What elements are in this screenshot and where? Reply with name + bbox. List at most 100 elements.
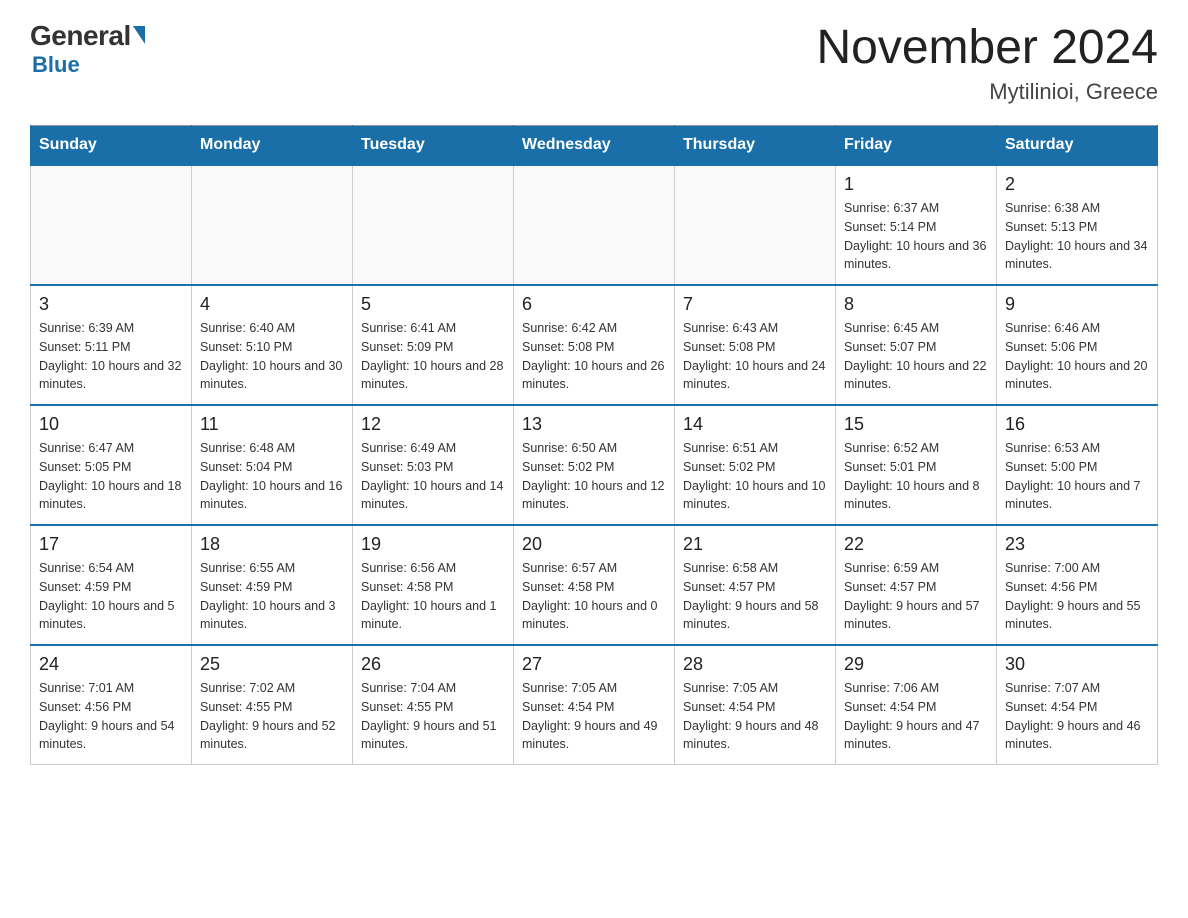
calendar-cell-week5-day1: 24 Sunrise: 7:01 AMSunset: 4:56 PMDayligh…	[31, 645, 192, 765]
weekday-header-thursday: Thursday	[675, 126, 836, 166]
day-info: Sunrise: 6:56 AMSunset: 4:58 PMDaylight:…	[361, 559, 505, 634]
calendar-cell-week3-day7: 16 Sunrise: 6:53 AMSunset: 5:00 PMDayligh…	[997, 405, 1158, 525]
day-number: 27	[522, 654, 666, 675]
header-area: General Blue November 2024 Mytilinioi, G…	[30, 20, 1158, 105]
calendar-cell-week1-day6: 1 Sunrise: 6:37 AMSunset: 5:14 PMDaylight…	[836, 165, 997, 285]
day-info: Sunrise: 7:01 AMSunset: 4:56 PMDaylight:…	[39, 679, 183, 754]
calendar-cell-week4-day1: 17 Sunrise: 6:54 AMSunset: 4:59 PMDayligh…	[31, 525, 192, 645]
day-info: Sunrise: 6:48 AMSunset: 5:04 PMDaylight:…	[200, 439, 344, 514]
calendar-cell-week1-day5	[675, 165, 836, 285]
calendar-table: SundayMondayTuesdayWednesdayThursdayFrid…	[30, 125, 1158, 765]
day-info: Sunrise: 6:41 AMSunset: 5:09 PMDaylight:…	[361, 319, 505, 394]
day-info: Sunrise: 6:47 AMSunset: 5:05 PMDaylight:…	[39, 439, 183, 514]
day-info: Sunrise: 6:57 AMSunset: 4:58 PMDaylight:…	[522, 559, 666, 634]
day-number: 28	[683, 654, 827, 675]
day-number: 26	[361, 654, 505, 675]
calendar-cell-week5-day2: 25 Sunrise: 7:02 AMSunset: 4:55 PMDayligh…	[192, 645, 353, 765]
day-info: Sunrise: 6:58 AMSunset: 4:57 PMDaylight:…	[683, 559, 827, 634]
day-number: 24	[39, 654, 183, 675]
day-number: 29	[844, 654, 988, 675]
logo-general: General	[30, 20, 131, 51]
calendar-week-row-3: 10 Sunrise: 6:47 AMSunset: 5:05 PMDayligh…	[31, 405, 1158, 525]
day-number: 14	[683, 414, 827, 435]
day-number: 13	[522, 414, 666, 435]
calendar-cell-week5-day5: 28 Sunrise: 7:05 AMSunset: 4:54 PMDayligh…	[675, 645, 836, 765]
calendar-cell-week4-day3: 19Sunrise: 6:56 AMSunset: 4:58 PMDayligh…	[353, 525, 514, 645]
logo-triangle-icon	[133, 26, 145, 44]
weekday-header-tuesday: Tuesday	[353, 126, 514, 166]
day-info: Sunrise: 6:59 AMSunset: 4:57 PMDaylight:…	[844, 559, 988, 634]
day-number: 21	[683, 534, 827, 555]
day-number: 3	[39, 294, 183, 315]
day-info: Sunrise: 7:00 AMSunset: 4:56 PMDaylight:…	[1005, 559, 1149, 634]
calendar-week-row-5: 24 Sunrise: 7:01 AMSunset: 4:56 PMDayligh…	[31, 645, 1158, 765]
calendar-cell-week4-day6: 22Sunrise: 6:59 AMSunset: 4:57 PMDayligh…	[836, 525, 997, 645]
weekday-header-friday: Friday	[836, 126, 997, 166]
calendar-cell-week1-day3	[353, 165, 514, 285]
subtitle: Mytilinioi, Greece	[816, 79, 1158, 105]
day-number: 2	[1005, 174, 1149, 195]
day-number: 23	[1005, 534, 1149, 555]
day-info: Sunrise: 6:49 AMSunset: 5:03 PMDaylight:…	[361, 439, 505, 514]
day-info: Sunrise: 6:40 AMSunset: 5:10 PMDaylight:…	[200, 319, 344, 394]
calendar-cell-week3-day1: 10 Sunrise: 6:47 AMSunset: 5:05 PMDayligh…	[31, 405, 192, 525]
day-number: 7	[683, 294, 827, 315]
day-info: Sunrise: 7:05 AMSunset: 4:54 PMDaylight:…	[522, 679, 666, 754]
day-info: Sunrise: 6:43 AMSunset: 5:08 PMDaylight:…	[683, 319, 827, 394]
day-number: 1	[844, 174, 988, 195]
calendar-header-row: SundayMondayTuesdayWednesdayThursdayFrid…	[31, 126, 1158, 166]
day-number: 17	[39, 534, 183, 555]
day-info: Sunrise: 6:45 AMSunset: 5:07 PMDaylight:…	[844, 319, 988, 394]
day-info: Sunrise: 6:51 AMSunset: 5:02 PMDaylight:…	[683, 439, 827, 514]
title-area: November 2024 Mytilinioi, Greece	[816, 20, 1158, 105]
calendar-cell-week3-day6: 15 Sunrise: 6:52 AMSunset: 5:01 PMDayligh…	[836, 405, 997, 525]
calendar-cell-week4-day2: 18Sunrise: 6:55 AMSunset: 4:59 PMDayligh…	[192, 525, 353, 645]
calendar-cell-week5-day3: 26Sunrise: 7:04 AMSunset: 4:55 PMDayligh…	[353, 645, 514, 765]
weekday-header-saturday: Saturday	[997, 126, 1158, 166]
calendar-cell-week2-day3: 5 Sunrise: 6:41 AMSunset: 5:09 PMDaylight…	[353, 285, 514, 405]
calendar-cell-week2-day1: 3Sunrise: 6:39 AMSunset: 5:11 PMDaylight…	[31, 285, 192, 405]
day-number: 6	[522, 294, 666, 315]
calendar-cell-week3-day3: 12 Sunrise: 6:49 AMSunset: 5:03 PMDayligh…	[353, 405, 514, 525]
calendar-week-row-4: 17 Sunrise: 6:54 AMSunset: 4:59 PMDayligh…	[31, 525, 1158, 645]
weekday-header-sunday: Sunday	[31, 126, 192, 166]
day-number: 5	[361, 294, 505, 315]
calendar-cell-week2-day4: 6 Sunrise: 6:42 AMSunset: 5:08 PMDaylight…	[514, 285, 675, 405]
calendar-cell-week2-day2: 4Sunrise: 6:40 AMSunset: 5:10 PMDaylight…	[192, 285, 353, 405]
calendar-cell-week5-day7: 30 Sunrise: 7:07 AMSunset: 4:54 PMDayligh…	[997, 645, 1158, 765]
calendar-cell-week4-day7: 23 Sunrise: 7:00 AMSunset: 4:56 PMDayligh…	[997, 525, 1158, 645]
day-info: Sunrise: 6:54 AMSunset: 4:59 PMDaylight:…	[39, 559, 183, 634]
day-number: 9	[1005, 294, 1149, 315]
day-info: Sunrise: 6:42 AMSunset: 5:08 PMDaylight:…	[522, 319, 666, 394]
day-number: 10	[39, 414, 183, 435]
day-number: 16	[1005, 414, 1149, 435]
day-info: Sunrise: 7:06 AMSunset: 4:54 PMDaylight:…	[844, 679, 988, 754]
calendar-cell-week1-day1	[31, 165, 192, 285]
day-number: 20	[522, 534, 666, 555]
day-info: Sunrise: 7:05 AMSunset: 4:54 PMDaylight:…	[683, 679, 827, 754]
day-info: Sunrise: 6:46 AMSunset: 5:06 PMDaylight:…	[1005, 319, 1149, 394]
calendar-week-row-2: 3Sunrise: 6:39 AMSunset: 5:11 PMDaylight…	[31, 285, 1158, 405]
calendar-cell-week1-day2	[192, 165, 353, 285]
day-number: 15	[844, 414, 988, 435]
day-number: 18	[200, 534, 344, 555]
calendar-cell-week3-day2: 11 Sunrise: 6:48 AMSunset: 5:04 PMDayligh…	[192, 405, 353, 525]
weekday-header-monday: Monday	[192, 126, 353, 166]
day-info: Sunrise: 6:37 AMSunset: 5:14 PMDaylight:…	[844, 199, 988, 274]
calendar-cell-week4-day4: 20 Sunrise: 6:57 AMSunset: 4:58 PMDayligh…	[514, 525, 675, 645]
logo: General Blue	[30, 20, 145, 78]
calendar-cell-week2-day6: 8 Sunrise: 6:45 AMSunset: 5:07 PMDaylight…	[836, 285, 997, 405]
day-number: 12	[361, 414, 505, 435]
main-title: November 2024	[816, 20, 1158, 75]
day-info: Sunrise: 6:52 AMSunset: 5:01 PMDaylight:…	[844, 439, 988, 514]
calendar-cell-week2-day7: 9 Sunrise: 6:46 AMSunset: 5:06 PMDaylight…	[997, 285, 1158, 405]
day-info: Sunrise: 6:53 AMSunset: 5:00 PMDaylight:…	[1005, 439, 1149, 514]
day-number: 11	[200, 414, 344, 435]
logo-blue: Blue	[32, 52, 80, 78]
day-info: Sunrise: 7:02 AMSunset: 4:55 PMDaylight:…	[200, 679, 344, 754]
logo-text-top: General	[30, 20, 145, 52]
day-number: 30	[1005, 654, 1149, 675]
day-number: 25	[200, 654, 344, 675]
day-info: Sunrise: 7:07 AMSunset: 4:54 PMDaylight:…	[1005, 679, 1149, 754]
day-number: 8	[844, 294, 988, 315]
